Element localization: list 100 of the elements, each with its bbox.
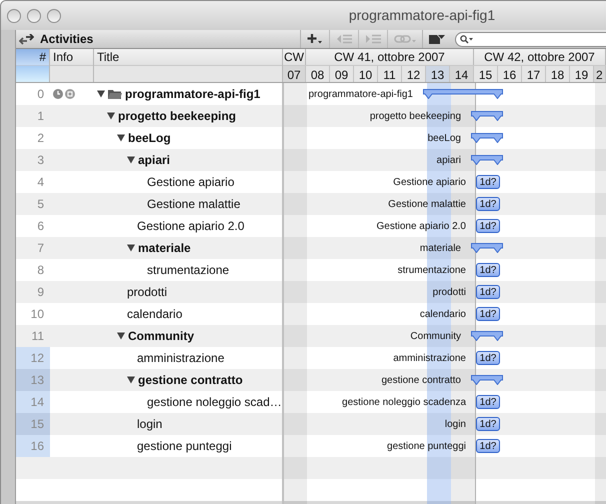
- gantt-label: Gestione apiario: [393, 176, 466, 190]
- disclosure-triangle-icon[interactable]: [107, 112, 115, 120]
- window-control-button[interactable]: [7, 8, 21, 22]
- task-title[interactable]: prodotti: [127, 283, 168, 301]
- gantt-label: progetto beekeeping: [370, 110, 461, 124]
- row-number: 2: [36, 130, 45, 147]
- link-icon: [394, 34, 416, 44]
- task-title[interactable]: materiale: [138, 239, 191, 257]
- disclosure-triangle-icon[interactable]: [127, 376, 135, 384]
- gantt-label: beeLog: [428, 132, 461, 146]
- task-bar[interactable]: 1d?: [476, 197, 500, 211]
- task-title[interactable]: progetto beekeeping: [118, 107, 236, 125]
- gantt-label: Gestione apiario 2.0: [376, 220, 466, 234]
- task-bar[interactable]: 1d?: [476, 285, 500, 299]
- summary-bar[interactable]: [423, 89, 503, 99]
- column-header[interactable]: #: [16, 49, 49, 66]
- task-title[interactable]: calendario: [127, 305, 182, 323]
- outdent-icon: [336, 34, 352, 44]
- summary-bar[interactable]: [471, 331, 503, 341]
- summary-bar[interactable]: [471, 133, 503, 143]
- task-bar[interactable]: 1d?: [476, 417, 500, 431]
- row-number: 3: [36, 152, 45, 169]
- disclosure-triangle-icon[interactable]: [117, 134, 125, 142]
- task-title[interactable]: login: [137, 415, 162, 433]
- gantt-label: Gestione malattie: [388, 198, 466, 212]
- gantt-label: prodotti: [432, 286, 466, 300]
- day-header: 13: [426, 66, 450, 82]
- disclosure-triangle-icon[interactable]: [127, 244, 135, 252]
- task-title[interactable]: beeLog: [128, 129, 171, 147]
- day-header: 2: [594, 66, 606, 82]
- week-header: CW 41, ottobre 2007: [306, 49, 474, 65]
- row-number: 7: [36, 240, 45, 257]
- day-header: 11: [378, 66, 402, 82]
- row-number: 8: [36, 262, 45, 279]
- task-title[interactable]: Community: [128, 327, 194, 345]
- window-control-button[interactable]: [27, 8, 41, 22]
- day-header: 15: [474, 66, 498, 82]
- window-title: programmatore-api-fig1: [348, 6, 496, 25]
- gantt-label: login: [444, 418, 466, 432]
- row-number: 12: [16, 347, 50, 369]
- row-number: 4: [36, 174, 45, 191]
- day-header: 08: [306, 66, 330, 82]
- task-title[interactable]: gestione contratto: [138, 371, 243, 389]
- task-bar[interactable]: 1d?: [476, 439, 500, 453]
- day-header: 16: [498, 66, 522, 82]
- task-bar[interactable]: 1d?: [476, 395, 500, 409]
- gantt-label: amministrazione: [393, 352, 466, 366]
- row-number: 15: [16, 413, 50, 435]
- gantt-label: apiari: [436, 154, 461, 168]
- pane-title: Activities: [40, 31, 94, 48]
- day-header: 17: [522, 66, 546, 82]
- task-title[interactable]: amministrazione: [137, 349, 224, 367]
- search-icon: [460, 34, 473, 44]
- row-number: 16: [16, 435, 50, 457]
- task-bar[interactable]: 1d?: [476, 175, 500, 189]
- clock-icon: [53, 89, 63, 99]
- search-field[interactable]: [455, 32, 606, 46]
- column-header[interactable]: Info: [50, 49, 93, 66]
- task-title[interactable]: Gestione apiario 2.0: [137, 217, 244, 235]
- task-bar[interactable]: 1d?: [476, 219, 500, 233]
- row-number: 6: [36, 218, 45, 235]
- task-title[interactable]: gestione noleggio scad…: [147, 393, 282, 411]
- disclosure-triangle-icon[interactable]: [127, 156, 135, 164]
- summary-bar[interactable]: [471, 155, 503, 165]
- summary-bar[interactable]: [471, 243, 503, 253]
- gantt-label: gestione punteggi: [387, 440, 466, 454]
- swap-arrows-icon: [19, 34, 34, 44]
- window-control-button[interactable]: [47, 8, 61, 22]
- task-bar[interactable]: 1d?: [476, 263, 500, 277]
- task-bar[interactable]: 1d?: [476, 307, 500, 321]
- plus-icon: [307, 33, 323, 45]
- day-header: 12: [402, 66, 426, 82]
- gantt-label: materiale: [420, 242, 461, 256]
- task-title[interactable]: strumentazione: [147, 261, 230, 279]
- disclosure-triangle-icon[interactable]: [97, 90, 105, 98]
- gantt-label: calendario: [420, 308, 466, 322]
- disclosure-triangle-icon[interactable]: [117, 332, 125, 340]
- funnel-icon: [429, 34, 445, 44]
- row-number: 11: [30, 328, 45, 345]
- gantt-label: gestione contratto: [382, 374, 461, 388]
- row-number: 0: [36, 86, 45, 103]
- task-title[interactable]: Gestione apiario: [147, 173, 234, 191]
- task-title[interactable]: Gestione malattie: [147, 195, 240, 213]
- week-header: CW: [283, 49, 306, 65]
- task-bar[interactable]: 1d?: [476, 351, 500, 365]
- summary-bar[interactable]: [471, 111, 503, 121]
- column-header[interactable]: Title: [94, 49, 282, 66]
- summary-bar[interactable]: [471, 375, 503, 385]
- day-header: 10: [354, 66, 378, 82]
- row-number: 9: [36, 284, 45, 301]
- row-number: 14: [16, 391, 50, 413]
- row-number: 10: [30, 306, 45, 323]
- row-number: 1: [36, 108, 45, 125]
- task-title[interactable]: programmatore-api-fig1: [125, 85, 260, 103]
- gantt-label: Community: [410, 330, 461, 344]
- week-header: CW 42, ottobre 2007: [474, 49, 606, 65]
- task-title[interactable]: apiari: [138, 151, 170, 169]
- gantt-label: strumentazione: [398, 264, 466, 278]
- task-title[interactable]: gestione punteggi: [137, 437, 232, 455]
- gantt-label: gestione noleggio scadenza: [342, 396, 466, 410]
